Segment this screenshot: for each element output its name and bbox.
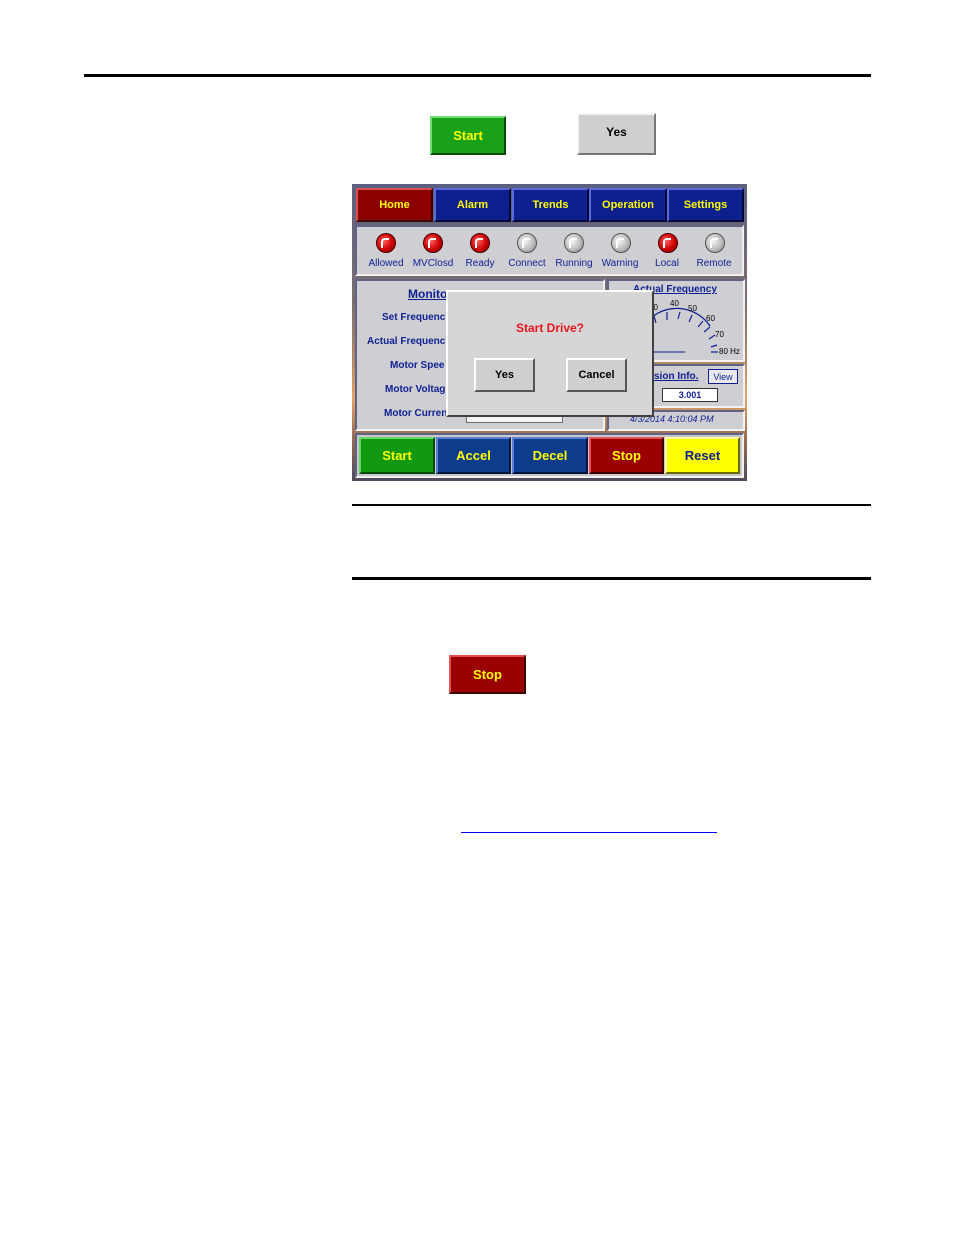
ready-led-icon xyxy=(470,233,490,253)
nav-home-button[interactable]: Home xyxy=(356,188,433,222)
running-led-icon xyxy=(564,233,584,253)
remote-led-icon xyxy=(705,233,725,253)
hmi-decel-label: Decel xyxy=(532,448,568,463)
dialog-yes-button[interactable]: Yes xyxy=(474,358,535,392)
dialog-cancel-button[interactable]: Cancel xyxy=(566,358,627,392)
start-button-label: Start xyxy=(453,128,483,143)
hmi-reset-label: Reset xyxy=(684,448,721,463)
yes-button-image: Yes xyxy=(577,113,656,155)
note-top-rule xyxy=(352,504,871,506)
monitor-row-actual-frequency: Actual Frequenc xyxy=(367,336,446,347)
version-value-box: 3.001 xyxy=(662,388,718,402)
monitor-title: Monito xyxy=(408,287,448,301)
connect-led-icon xyxy=(517,233,537,253)
version-info-title: sion Info. xyxy=(654,371,699,382)
local-led-icon xyxy=(658,233,678,253)
hmi-reset-button[interactable]: Reset xyxy=(665,437,740,474)
nav-trends-label: Trends xyxy=(532,199,569,211)
monitor-row-motor-current: Motor Curren xyxy=(384,408,448,419)
mvclosd-led-icon xyxy=(423,233,443,253)
dialog-yes-label: Yes xyxy=(495,369,514,381)
version-value: 3.001 xyxy=(678,390,702,400)
warning-led-icon xyxy=(611,233,631,253)
gauge-tick-50: 50 xyxy=(688,304,697,313)
gauge-tick-80: 80 Hz xyxy=(719,347,740,356)
yes-button-label: Yes xyxy=(606,125,627,139)
gauge-tick-60: 60 xyxy=(706,314,715,323)
hmi-home-screen: Home Alarm Trends Operation Settings All… xyxy=(352,184,747,481)
allowed-led-icon xyxy=(376,233,396,253)
start-drive-dialog: Start Drive? Yes Cancel xyxy=(446,290,654,417)
nav-settings-label: Settings xyxy=(683,199,728,211)
stop-button-label: Stop xyxy=(473,667,502,682)
note-bottom-rule xyxy=(352,577,871,580)
dialog-message: Start Drive? xyxy=(515,321,585,335)
nav-operation-button[interactable]: Operation xyxy=(589,188,667,222)
remote-label: Remote xyxy=(696,258,732,269)
monitor-row-set-frequency: Set Frequenc xyxy=(382,312,446,323)
nav-trends-button[interactable]: Trends xyxy=(512,188,589,222)
version-view-button[interactable]: View xyxy=(708,369,738,384)
monitor-row-motor-speed: Motor Spee xyxy=(390,360,445,371)
start-button-image: Start xyxy=(430,116,506,155)
hmi-stop-label: Stop xyxy=(612,448,641,463)
view-label: View xyxy=(713,371,733,382)
monitor-row-motor-voltage: Motor Voltag xyxy=(385,384,446,395)
header-rule xyxy=(84,74,871,77)
dialog-cancel-label: Cancel xyxy=(578,369,615,381)
nav-settings-button[interactable]: Settings xyxy=(667,188,744,222)
nav-alarm-label: Alarm xyxy=(456,199,489,211)
hmi-start-button[interactable]: Start xyxy=(359,437,435,474)
nav-operation-label: Operation xyxy=(602,199,654,211)
link-underline[interactable] xyxy=(461,832,717,833)
nav-alarm-button[interactable]: Alarm xyxy=(434,188,511,222)
hmi-stop-button[interactable]: Stop xyxy=(589,437,664,474)
hmi-start-label: Start xyxy=(382,448,412,463)
stop-button-image: Stop xyxy=(449,655,526,694)
hmi-decel-button[interactable]: Decel xyxy=(512,437,588,474)
gauge-tick-40: 40 xyxy=(670,299,679,308)
gauge-tick-70: 70 xyxy=(715,330,724,339)
hmi-accel-button[interactable]: Accel xyxy=(436,437,511,474)
hmi-accel-label: Accel xyxy=(456,448,491,463)
nav-home-label: Home xyxy=(379,199,410,211)
